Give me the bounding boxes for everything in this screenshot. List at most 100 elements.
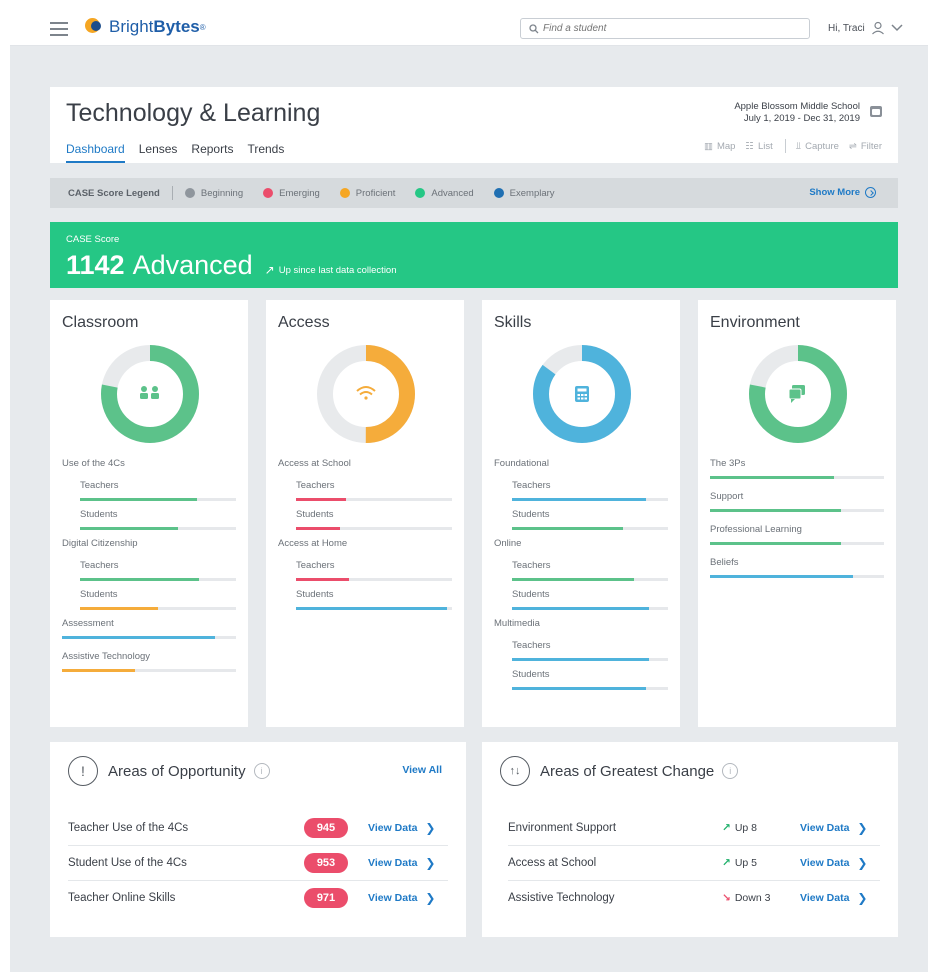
view-data-label: View Data (368, 821, 418, 834)
metric-students[interactable]: Students (62, 509, 238, 530)
calculator-icon (575, 386, 589, 402)
metric-teachers[interactable]: Teachers (62, 480, 238, 501)
map-icon: ▥ (703, 140, 713, 152)
metric-teachers[interactable]: Teachers (494, 640, 670, 661)
row-label: Teacher Online Skills (68, 892, 176, 904)
metric-assistive-technology[interactable]: Assistive Technology (62, 651, 238, 672)
info-icon[interactable]: i (722, 763, 739, 779)
people-icon (140, 386, 159, 399)
panel-title: Areas of Greatest Change (540, 762, 715, 780)
list-button[interactable]: ☷ List (745, 141, 772, 152)
view-data-link[interactable]: View Data ❯ (368, 856, 435, 870)
legend-item-proficient: Proficient (339, 188, 395, 199)
view-data-label: View Data (368, 857, 418, 869)
view-data-link[interactable]: View Data ❯ (800, 891, 867, 905)
metric-students[interactable]: Students (62, 589, 238, 610)
view-data-link[interactable]: View Data ❯ (368, 891, 435, 905)
exemplary-dot-icon (493, 188, 504, 198)
view-data-link[interactable]: View Data ❯ (800, 821, 867, 835)
user-menu[interactable]: Hi, Traci (828, 21, 903, 35)
metric-teachers[interactable]: Teachers (494, 560, 670, 581)
bar-fill (296, 498, 346, 501)
capture-button[interactable]: ⫫ Capture (796, 141, 839, 152)
info-icon[interactable]: i (253, 763, 270, 779)
view-data-label: View Data (368, 892, 418, 904)
areas-of-opportunity-panel: ! Areas of Opportunity i View All Teache… (50, 742, 466, 937)
student-search[interactable] (520, 18, 810, 39)
panel-header: ! Areas of Opportunity i (68, 756, 270, 786)
row-label: Environment Support (508, 821, 617, 834)
case-score-banner: CASE Score 1142 Advanced ↗ Up since last … (50, 222, 898, 288)
metric-students[interactable]: Students (278, 589, 454, 610)
filter-icon: ⇌ (848, 140, 857, 152)
skills-card[interactable]: Skills Foundational Teachers Students On… (482, 300, 680, 727)
search-input[interactable] (543, 23, 793, 34)
metric-teachers[interactable]: Teachers (494, 480, 670, 501)
score-badge: 945 (304, 817, 348, 838)
metric-support[interactable]: Support (710, 491, 886, 512)
brightbytes-logo[interactable]: Bright Bytes ® (85, 17, 206, 37)
metric-students[interactable]: Students (494, 509, 670, 530)
bar-fill (512, 607, 650, 610)
view-data-link[interactable]: View Data ❯ (800, 856, 867, 870)
metric-professional-learning[interactable]: Professional Learning (710, 524, 886, 545)
arrow-up-right-icon: ↗ (722, 821, 731, 834)
legend-item-exemplary: Exemplary (493, 188, 555, 199)
calendar-icon[interactable] (870, 106, 882, 117)
chevron-right-icon: ❯ (425, 891, 436, 905)
environment-card[interactable]: Environment The 3Ps Support Professional… (698, 300, 896, 727)
access-card[interactable]: Access Access at School Teachers Student… (266, 300, 464, 727)
case-score: 1142 Advanced ↗ Up since last data collec… (66, 250, 397, 281)
metric-students[interactable]: Students (494, 589, 670, 610)
score-badge: 971 (304, 888, 348, 908)
section-label: Multimedia (494, 618, 540, 629)
metric-3ps[interactable]: The 3Ps (710, 458, 886, 479)
environment-metrics: The 3Ps Support Professional Learning Be… (710, 458, 886, 590)
bar-fill (80, 607, 158, 610)
tab-reports[interactable]: Reports (191, 142, 233, 163)
metric-bar (512, 498, 668, 501)
metric-beliefs[interactable]: Beliefs (710, 557, 886, 578)
menu-icon[interactable] (50, 22, 68, 36)
legend-item-advanced: Advanced (415, 188, 474, 199)
view-all-link[interactable]: View All (402, 764, 442, 776)
bar-fill (710, 476, 834, 479)
tab-dashboard[interactable]: Dashboard (66, 142, 125, 163)
show-more-button[interactable]: Show More (809, 187, 876, 198)
tab-trends[interactable]: Trends (247, 142, 284, 163)
tab-lenses[interactable]: Lenses (139, 142, 178, 163)
section-label: Foundational (494, 458, 549, 469)
case-score-legend: CASE Score Legend Beginning Emerging Pro… (50, 178, 898, 208)
view-data-link[interactable]: View Data ❯ (368, 821, 435, 835)
filter-button[interactable]: ⇌ Filter (849, 141, 882, 152)
chevron-right-icon: ❯ (425, 856, 436, 870)
metric-assessment[interactable]: Assessment (62, 618, 238, 639)
card-title: Environment (710, 314, 800, 331)
tools-divider (784, 139, 786, 153)
classroom-card[interactable]: Classroom Use of the 4Cs Teachers Studen… (50, 300, 248, 727)
metric-teachers[interactable]: Teachers (278, 480, 454, 501)
advanced-dot-icon (415, 188, 426, 198)
trend-up-icon: ↗ (264, 263, 275, 277)
metric-bar (512, 658, 668, 661)
chevron-right-icon: ❯ (425, 820, 436, 835)
metric-teachers[interactable]: Teachers (278, 560, 454, 581)
metric-students[interactable]: Students (494, 669, 670, 690)
bar-fill (512, 687, 647, 690)
row-label: Assistive Technology (508, 892, 615, 904)
card-title: Classroom (62, 314, 139, 331)
metric-teachers[interactable]: Teachers (62, 560, 238, 581)
search-icon (529, 23, 539, 33)
metric-label: Students (296, 589, 334, 600)
metric-students[interactable]: Students (278, 509, 454, 530)
change-text: Down 3 (734, 892, 771, 904)
metric-bar (80, 498, 236, 501)
capture-label: Capture (805, 140, 839, 152)
view-data-label: View Data (800, 857, 850, 869)
map-button[interactable]: ▥ Map (704, 141, 735, 152)
list-item: Teacher Online Skills 971 View Data ❯ (68, 880, 448, 915)
page-title: Technology & Learning (66, 99, 321, 127)
classroom-metrics: Use of the 4Cs Teachers Students Digital… (62, 458, 238, 684)
classroom-donut (101, 345, 199, 443)
change-text: Up 5 (734, 857, 757, 869)
